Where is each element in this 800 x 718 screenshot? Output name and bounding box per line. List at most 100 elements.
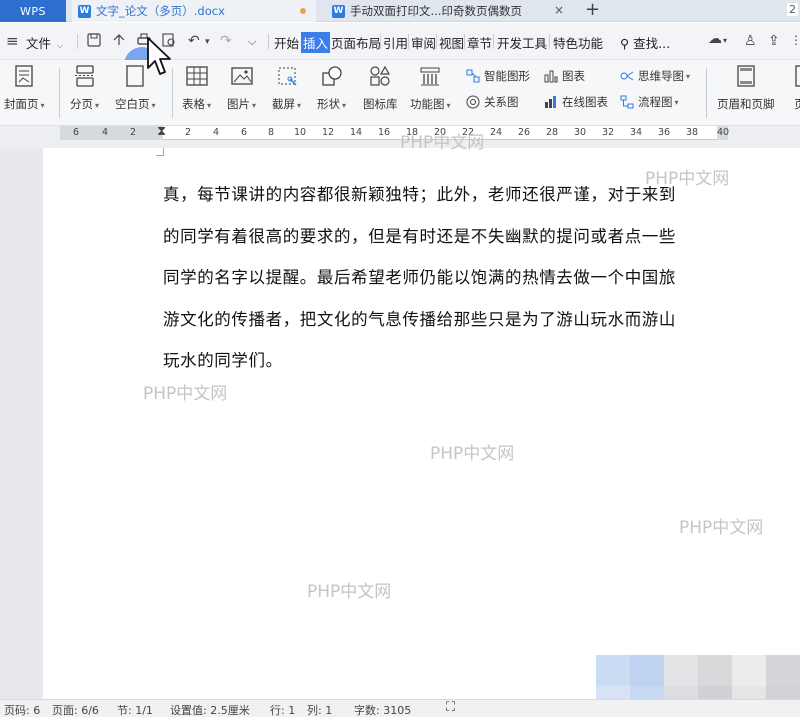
word-doc-icon: W <box>332 4 345 18</box>
ruler-tick: 28 <box>546 127 559 138</box>
hamburger-menu-icon[interactable]: ≡ <box>6 32 19 50</box>
fullscreen-icon[interactable]: ⛶ <box>446 700 455 715</box>
menu-chapter[interactable]: 章节 <box>467 33 492 52</box>
menu-view[interactable]: 视图 <box>439 33 464 52</box>
menu-review[interactable]: 审阅 <box>411 33 436 52</box>
document-tab-active[interactable]: W 文字_论文（多页）.docx <box>72 0 316 22</box>
document-tab[interactable]: W 手动双面打印文...印奇数页偶数页 × <box>326 0 572 22</box>
unsaved-dot-icon <box>300 8 306 14</box>
customize-toolbar-icon[interactable]: ⌵ <box>248 35 256 49</box>
ruler-tick: 12 <box>322 127 335 138</box>
status-row[interactable]: 行: 1 <box>270 702 295 718</box>
page-number-button[interactable]: 页 <box>788 64 800 112</box>
chart-button[interactable]: 图表 <box>544 68 585 84</box>
horizontal-ruler[interactable]: 6 4 2 ⧗ 2 4 6 8 10 12 14 16 18 20 22 24 … <box>60 124 730 140</box>
window-badge: 2 <box>787 3 798 16</box>
ruler-tick: 38 <box>686 127 699 138</box>
menu-insert[interactable]: 插入 <box>301 32 331 53</box>
screenshot-label: 截屏 <box>272 97 295 111</box>
close-tab-icon[interactable]: × <box>554 3 564 17</box>
ruler-tick: 16 <box>378 127 391 138</box>
shape-label: 形状 <box>317 97 340 111</box>
document-page[interactable]: 真，每节课讲的内容都很新颖独特；此外，老师还很严谨，对于来到 的同学有着很高的要… <box>43 148 800 699</box>
search-box[interactable]: ⚲ 查找... <box>620 33 670 52</box>
search-icon: ⚲ <box>620 36 630 51</box>
screenshot-icon <box>275 64 299 88</box>
relation-chart-label: 关系图 <box>484 95 519 109</box>
mind-map-button[interactable]: 思维导图 ▾ <box>620 68 690 84</box>
status-setting[interactable]: 设置值: 2.5厘米 <box>170 702 250 718</box>
table-button[interactable]: 表格 ▾ <box>182 64 211 112</box>
status-page[interactable]: 页面: 6/6 <box>52 702 99 718</box>
indent-marker-icon[interactable]: ⧗ <box>157 124 166 139</box>
blank-page-label: 空白页 <box>115 97 150 111</box>
status-bar: 页码: 6 页面: 6/6 节: 1/1 设置值: 2.5厘米 行: 1 列: … <box>0 699 800 717</box>
export-pdf-icon[interactable] <box>112 33 126 51</box>
smart-art-icon <box>466 69 480 83</box>
icon-library-button[interactable]: 图标库 <box>363 64 398 112</box>
smart-art-button[interactable]: 智能图形 <box>466 68 530 84</box>
ruler-tick: 8 <box>268 127 275 138</box>
margin-corner-mark <box>156 148 164 156</box>
page-break-button[interactable]: 分页 ▾ <box>70 64 99 112</box>
search-label: 查找... <box>633 36 671 51</box>
picture-button[interactable]: 图片 ▾ <box>227 64 256 112</box>
document-tab-title: 文字_论文（多页）.docx <box>96 4 225 18</box>
flowchart-label: 流程图 <box>638 95 673 109</box>
share-icon[interactable]: ⇪ <box>768 33 780 49</box>
file-menu[interactable]: 文件 ⌵ <box>26 33 63 52</box>
status-word-count[interactable]: 字数: 3105 <box>354 702 411 718</box>
insert-ribbon: 封面页 ▾ 分页 ▾ 空白页 ▾ 表格 ▾ 图片 ▾ 截屏 ▾ 形状 ▾ 图标库… <box>0 60 800 126</box>
cover-page-button[interactable]: 封面页 ▾ <box>4 64 45 112</box>
status-page-code[interactable]: 页码: 6 <box>4 702 40 718</box>
page-number-label: 页 <box>794 96 800 112</box>
watermark: PHP中文网 <box>645 169 730 189</box>
ruler-tick: 40 <box>717 127 730 138</box>
redo-icon[interactable]: ↷ <box>220 33 232 49</box>
online-chart-button[interactable]: 在线图表 <box>544 94 608 110</box>
shape-button[interactable]: 形状 ▾ <box>317 64 346 112</box>
menu-features[interactable]: 特色功能 <box>553 33 603 52</box>
page-number-icon <box>788 64 800 88</box>
menu-developer[interactable]: 开发工具 <box>497 33 547 52</box>
ruler-tick: 34 <box>630 127 643 138</box>
ruler-tick: 26 <box>518 127 531 138</box>
relation-chart-icon <box>466 95 480 109</box>
document-tab-title: 手动双面打印文...印奇数页偶数页 <box>350 4 522 18</box>
online-chart-icon <box>544 95 558 109</box>
flowchart-button[interactable]: 流程图 ▾ <box>620 94 679 110</box>
page-break-label: 分页 <box>70 97 93 111</box>
status-section[interactable]: 节: 1/1 <box>117 702 153 718</box>
share-user-icon[interactable]: ♙ <box>744 33 757 49</box>
blank-page-icon <box>123 64 147 88</box>
cover-page-icon <box>12 64 36 88</box>
status-column[interactable]: 列: 1 <box>307 702 332 718</box>
picture-label: 图片 <box>227 97 250 111</box>
mind-map-icon <box>620 69 634 83</box>
relation-chart-button[interactable]: 关系图 <box>466 94 519 110</box>
more-icon[interactable]: ⋮ <box>790 33 800 47</box>
screenshot-button[interactable]: 截屏 ▾ <box>272 64 301 112</box>
ruler-tick: 6 <box>241 127 248 138</box>
cover-page-label: 封面页 <box>4 97 39 111</box>
function-chart-button[interactable]: 功能图 ▾ <box>410 64 451 112</box>
new-tab-icon[interactable]: + <box>585 0 600 20</box>
cloud-sync-icon[interactable]: ☁ <box>708 31 722 47</box>
save-icon[interactable] <box>87 33 101 51</box>
document-body[interactable]: 真，每节课讲的内容都很新颖独特；此外，老师还很严谨，对于来到 的同学有着很高的要… <box>163 174 723 382</box>
ruler-tick: 2 <box>130 127 137 138</box>
menu-page-layout[interactable]: 页面布局 <box>331 33 381 52</box>
mind-map-label: 思维导图 <box>638 69 684 83</box>
wps-home-tab[interactable]: WPS <box>0 0 66 22</box>
header-footer-icon <box>734 64 758 88</box>
chart-label: 图表 <box>562 69 585 83</box>
header-footer-button[interactable]: 页眉和页脚 <box>717 64 775 112</box>
header-footer-label: 页眉和页脚 <box>717 97 775 111</box>
watermark: PHP中文网 <box>400 133 485 153</box>
undo-icon[interactable]: ↶ <box>188 33 200 49</box>
icon-library-label: 图标库 <box>363 97 398 111</box>
icon-library-icon <box>368 64 392 88</box>
menu-start[interactable]: 开始 <box>274 33 299 52</box>
ruler-tick: 2 <box>185 127 192 138</box>
menu-reference[interactable]: 引用 <box>383 33 408 52</box>
